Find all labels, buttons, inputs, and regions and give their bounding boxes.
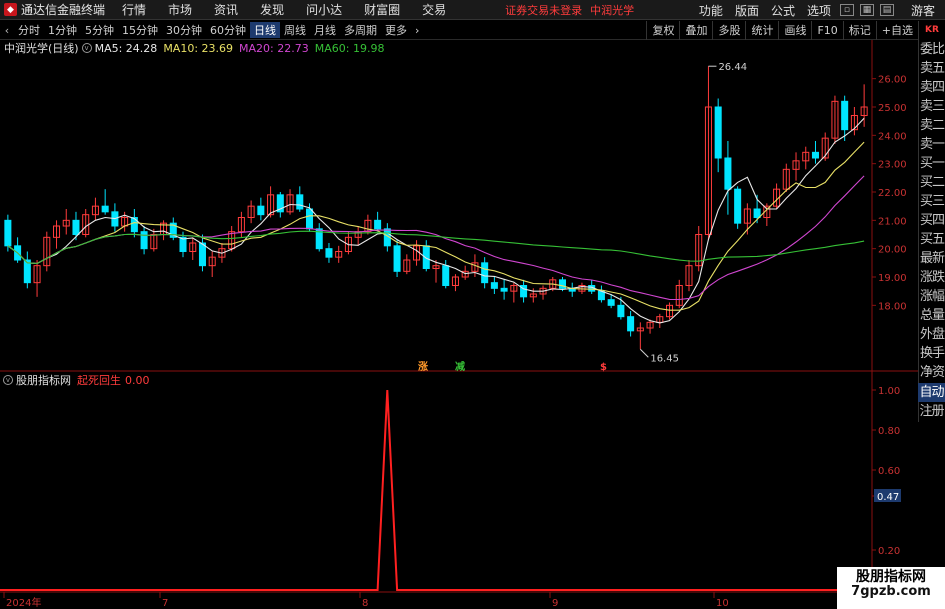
watermark: 股朋指标网 7gpzb.com xyxy=(837,567,945,609)
candle-body xyxy=(617,304,625,318)
candle-body xyxy=(393,245,401,272)
indicator-name: 起死回生 xyxy=(77,374,121,387)
candle-body xyxy=(442,265,450,286)
candle-body xyxy=(325,248,333,258)
watermark-line2: 7gpzb.com xyxy=(851,584,931,600)
candle-body xyxy=(4,219,12,247)
indicator-current-label: 0.47 xyxy=(877,492,899,503)
indicator-value: 0.00 xyxy=(125,373,150,387)
candle-body xyxy=(481,262,489,284)
price-tick-label: 18.00 xyxy=(878,301,907,312)
candle-body xyxy=(101,205,109,213)
candle-body xyxy=(841,100,849,131)
price-tick-label: 24.00 xyxy=(878,131,907,142)
x-axis-label: 8 xyxy=(362,598,368,609)
side-item-3[interactable]: 卖三 xyxy=(919,97,945,116)
side-item-1[interactable]: 卖五 xyxy=(919,59,945,78)
signal-marker: 涨 xyxy=(418,360,428,373)
candle-body xyxy=(714,106,722,159)
candle-body xyxy=(130,217,138,233)
indicator-tick-label: 1.00 xyxy=(878,386,900,397)
price-tick-label: 19.00 xyxy=(878,273,907,284)
candle-body xyxy=(607,299,615,306)
candle-body xyxy=(374,219,382,230)
candle-body xyxy=(811,151,819,159)
side-badge: KR xyxy=(919,21,945,40)
candle-body xyxy=(257,205,265,216)
candle-body xyxy=(500,287,508,292)
side-item-7[interactable]: 买二 xyxy=(919,173,945,192)
side-item-14[interactable]: 总量 xyxy=(919,306,945,325)
candle-body xyxy=(305,208,314,230)
chevron-down-icon[interactable]: v xyxy=(81,43,92,53)
quote-side-panel: KR 委比卖五卖四卖三卖二卖一买一买二买三买四买五最新涨跌涨幅总量外盘换手净资收… xyxy=(918,21,945,422)
auto-button[interactable]: 自动 xyxy=(918,383,945,402)
low-pointer xyxy=(639,348,649,358)
indicator-tick-label: 0.80 xyxy=(878,426,900,437)
candle-body xyxy=(140,231,148,250)
signal-marker: $ xyxy=(600,362,607,373)
side-item-13[interactable]: 涨幅 xyxy=(919,287,945,306)
chart-title: 中润光学(日线) xyxy=(4,42,79,55)
candle-body xyxy=(490,282,498,289)
register-button[interactable]: 注册 xyxy=(918,402,945,421)
side-item-0[interactable]: 委比 xyxy=(919,40,945,59)
watermark-line1: 股朋指标网 xyxy=(856,569,926,585)
signal-marker: 减 xyxy=(455,360,465,373)
side-item-15[interactable]: 外盘 xyxy=(919,325,945,344)
main-chart-header: 中润光学(日线) v MA5: 24.28 MA10: 23.69 MA20: … xyxy=(0,40,384,56)
side-bottom-buttons: 自动 注册 xyxy=(918,383,945,423)
side-item-9[interactable]: 买四 xyxy=(919,211,945,230)
side-item-10[interactable]: 买五 xyxy=(919,230,945,249)
indicator-tick-label: 0.60 xyxy=(878,466,900,477)
side-item-16[interactable]: 换手 xyxy=(919,344,945,363)
indicator-title: 股朋指标网 xyxy=(16,374,71,387)
ma60-label: MA60: 19.98 xyxy=(314,41,385,55)
side-item-2[interactable]: 卖四 xyxy=(919,78,945,97)
x-axis-label: 7 xyxy=(162,598,168,609)
side-item-17[interactable]: 净资 xyxy=(919,363,945,382)
price-tick-label: 20.00 xyxy=(878,245,907,256)
kline-chart[interactable]: 26.00 25.00 24.00 23.00 22.00 21.00 20.00 19.00… xyxy=(0,0,918,609)
x-axis-label: 10 xyxy=(716,598,729,609)
candle-body xyxy=(296,194,304,210)
price-tick-label: 25.00 xyxy=(878,103,907,114)
candle-body xyxy=(198,242,206,267)
candle-body xyxy=(734,188,742,224)
candle-body xyxy=(627,316,635,332)
side-item-6[interactable]: 买一 xyxy=(919,154,945,173)
side-item-8[interactable]: 买三 xyxy=(919,192,945,211)
side-item-4[interactable]: 卖二 xyxy=(919,116,945,135)
price-tick-label: 23.00 xyxy=(878,160,907,171)
x-axis-label: 9 xyxy=(552,598,558,609)
x-axis-label: 2024年 xyxy=(6,596,41,609)
low-price-label: 16.45 xyxy=(650,353,679,364)
indicator-tick-label: 0.20 xyxy=(878,546,900,557)
indicator-menu-icon[interactable]: v xyxy=(3,375,13,385)
ma10-label: MA10: 23.69 xyxy=(163,41,234,55)
ma20-label: MA20: 22.73 xyxy=(239,41,309,55)
side-item-11[interactable]: 最新 xyxy=(919,249,945,268)
price-tick-label: 22.00 xyxy=(878,188,907,199)
tdx-window: ◆ 通达信金融终端 行情 市场 资讯 发现 问小达 财富圈 交易 证券交易未登录… xyxy=(0,0,945,609)
high-price-label: 26.44 xyxy=(718,62,747,73)
side-item-5[interactable]: 卖一 xyxy=(919,135,945,154)
indicator-header: v 股朋指标网 起死回生 0.00 xyxy=(0,372,150,388)
candle-body xyxy=(724,157,732,190)
indicator-line xyxy=(0,389,872,591)
candle-body xyxy=(753,208,761,218)
candle-body xyxy=(72,219,80,235)
ma5-label: MA5: 24.28 xyxy=(94,41,158,55)
price-tick-label: 26.00 xyxy=(878,75,907,86)
price-tick-label: 21.00 xyxy=(878,216,907,227)
side-item-12[interactable]: 涨跌 xyxy=(919,268,945,287)
candle-body xyxy=(558,279,567,289)
